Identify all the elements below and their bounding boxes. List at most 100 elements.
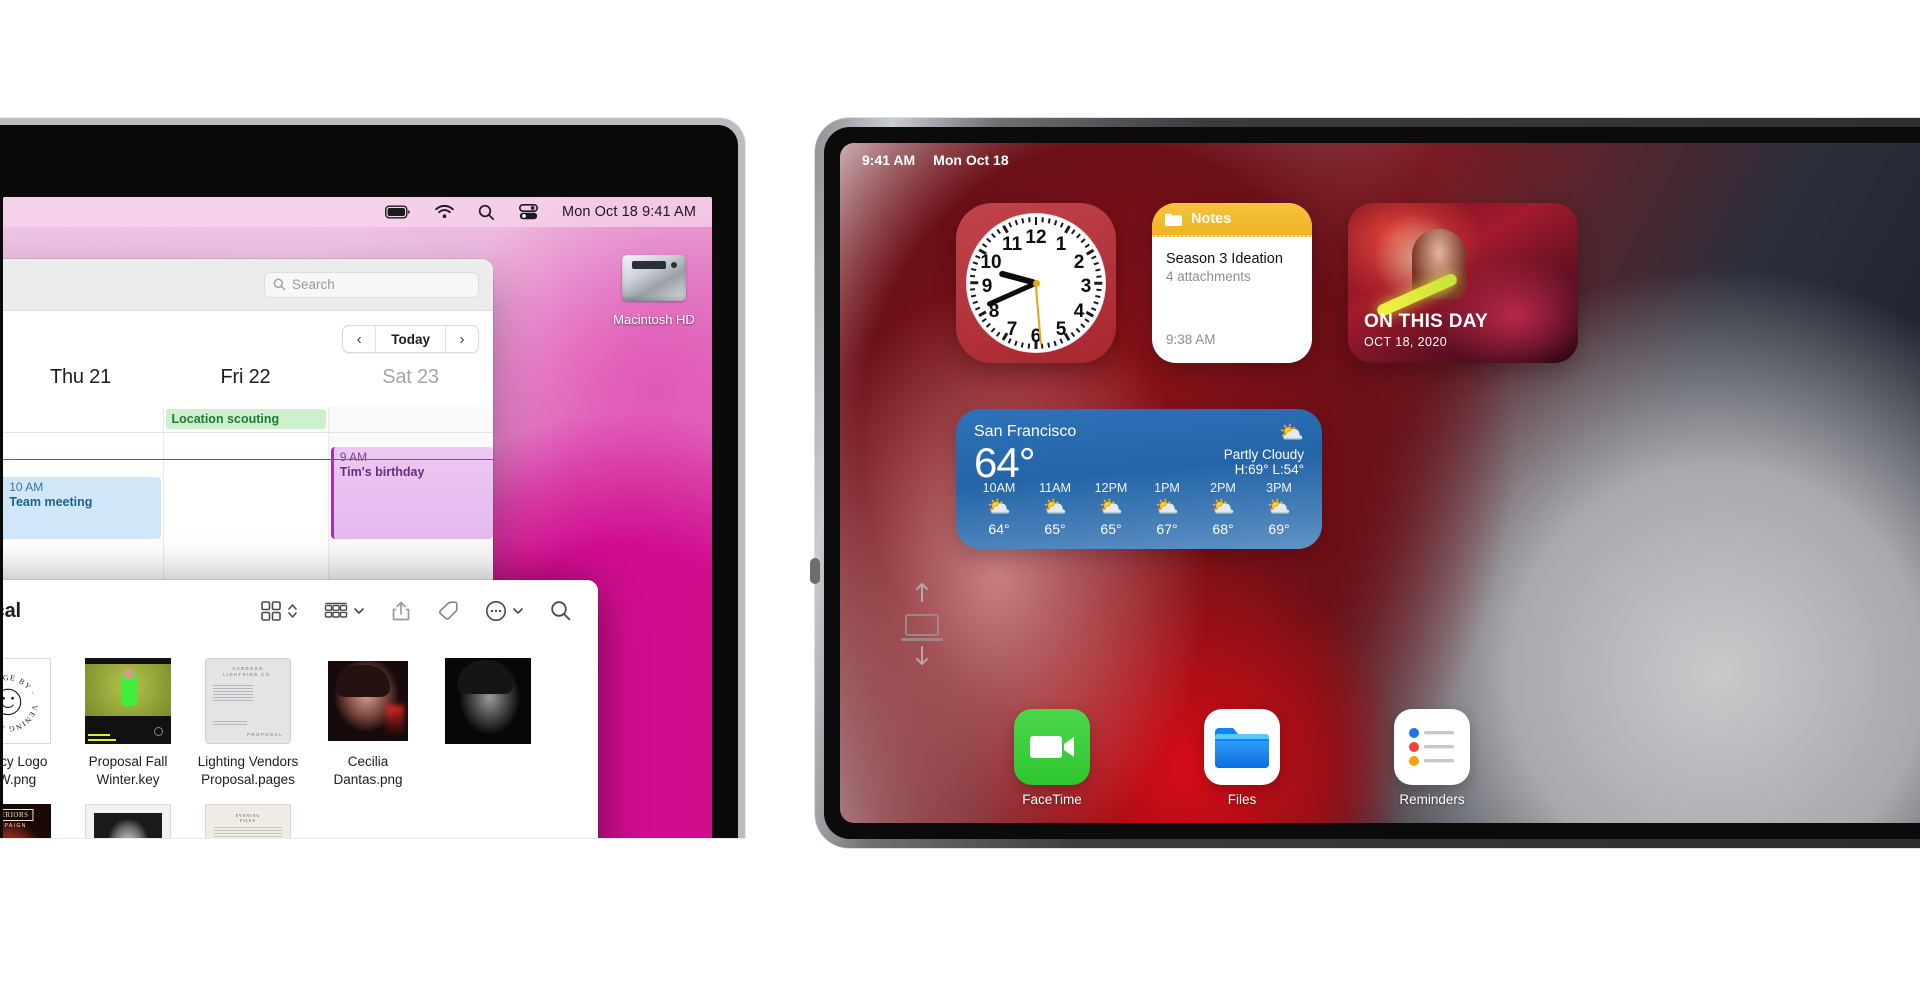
file-thumbnail: EVENING FILES AMYFROST 06.07.2021	[205, 804, 291, 838]
arrow-down-icon	[916, 645, 928, 665]
app-label: Files	[1227, 792, 1257, 807]
finder-item[interactable]: · IMAGE BY · EVENING AGENCY Agency Logo …	[3, 652, 68, 798]
app-label: Reminders	[1399, 792, 1465, 807]
forecast-hour-temp: 67°	[1156, 521, 1178, 537]
calendar-window: Month Year Search ‹ Today ›	[3, 259, 493, 589]
facetime-icon	[1014, 709, 1090, 785]
prev-button[interactable]: ‹	[343, 326, 375, 352]
more-actions-button[interactable]	[485, 600, 524, 622]
note-subtitle: 4 attachments	[1166, 269, 1251, 284]
calendar-column[interactable]: 9 AM Tim's birthday	[328, 407, 493, 589]
finder-item[interactable]: Cecilia Dantas.png	[308, 652, 428, 798]
menubar-clock[interactable]: Mon Oct 18 9:41 AM	[562, 204, 696, 220]
calendar-event[interactable]: 9 AM Tim's birthday	[330, 447, 493, 539]
forecast-hour-label: 11AM	[1039, 481, 1071, 496]
macos-menu-bar: Mon Oct 18 9:41 AM	[3, 197, 712, 227]
finder-item[interactable]: CARDOSO LIGHTNING CO. PROPOSAL Lighting V…	[188, 652, 308, 798]
file-thumbnail: CARDOSO LIGHTNING CO. PROPOSAL	[205, 658, 291, 744]
search-icon[interactable]	[478, 204, 495, 221]
file-thumbnail	[85, 658, 171, 744]
calendar-body: ‹ Today › Wed 20 Thu 21 Fri 22 Sat 23	[3, 311, 493, 589]
finder-search-button[interactable]	[550, 600, 572, 622]
calendar-column[interactable]: Location scouting	[163, 407, 329, 589]
weather-widget[interactable]: San Francisco 64° ⛅ Partly Cloudy H:69° …	[956, 409, 1322, 549]
day-header[interactable]: Fri 22	[163, 366, 328, 402]
photo-caption-date: OCT 18, 2020	[1364, 335, 1448, 349]
calendar-search-placeholder: Search	[292, 277, 335, 292]
forecast-hour-label: 3PM	[1266, 481, 1292, 496]
chevron-down-icon	[513, 608, 523, 614]
view-options-button[interactable]	[260, 600, 298, 622]
calendar-toolbar: Month Year Search	[3, 259, 493, 311]
home-screen-app-row: FaceTime Files Reminders	[1010, 709, 1474, 807]
clock-widget[interactable]: 12 1 2 3 4 5 6 7 8 9 10 11	[956, 203, 1116, 363]
forecast-hour: 10AM ⛅ 64°	[974, 481, 1024, 537]
share-icon	[392, 601, 410, 621]
forecast-hour: 12PM ⛅ 65°	[1086, 481, 1136, 537]
finder-item-label: Agency Logo B&W.png	[3, 754, 48, 787]
folder-icon	[1165, 213, 1182, 226]
finder-item[interactable]: EVENING FILES AMYFROST 06.07.2021	[188, 798, 308, 838]
macbook-screen: Mon Oct 18 9:41 AM Macintosh HD Month Ye…	[3, 197, 712, 838]
finder-item[interactable]	[428, 652, 548, 798]
battery-icon[interactable]	[385, 205, 411, 219]
calendar-nav-control[interactable]: ‹ Today ›	[342, 325, 479, 353]
notes-widget[interactable]: Notes Season 3 Ideation 4 attachments 9:…	[1152, 203, 1312, 363]
notes-widget-body: Season 3 Ideation 4 attachments	[1152, 237, 1312, 284]
forecast-hour: 3PM ⛅ 69°	[1254, 481, 1304, 537]
chevron-down-icon	[354, 608, 364, 614]
finder-toolbar: Documents — Local	[3, 580, 598, 642]
app-label: FaceTime	[1022, 792, 1082, 807]
ipad-bezel: 9:41 AM Mon Oct 18 12 1 2 3 4 5 6 7 8 9 …	[824, 127, 1920, 839]
forecast-hour-temp: 64°	[988, 521, 1010, 537]
forecast-hour-label: 12PM	[1094, 481, 1128, 496]
day-header[interactable]: Thu 21	[3, 366, 163, 402]
clock-number: 2	[1073, 252, 1085, 273]
weather-hourly-forecast: 10AM ⛅ 64° 11AM ⛅ 65° 12PM ⛅ 65° 1PM ⛅ 6…	[974, 481, 1304, 537]
group-view-icon	[324, 602, 348, 618]
share-button[interactable]	[391, 600, 411, 622]
partly-cloudy-icon: ⛅	[1155, 497, 1179, 519]
files-icon	[1204, 709, 1280, 785]
calendar-column[interactable]: 10 AM Team meeting	[3, 407, 164, 589]
macbook-bezel: Mon Oct 18 9:41 AM Macintosh HD Month Ye…	[0, 125, 738, 838]
finder-item-label: Lighting Vendors Proposal.pages	[197, 754, 299, 787]
file-thumbnail	[85, 804, 171, 838]
calendar-event[interactable]: Location scouting	[165, 409, 326, 429]
ipad-volume-button[interactable]	[810, 558, 820, 584]
calendar-event[interactable]: 10 AM Team meeting	[3, 477, 161, 539]
tag-button[interactable]	[437, 600, 459, 622]
photos-on-this-day-widget[interactable]: ON THIS DAY OCT 18, 2020	[1348, 203, 1578, 363]
forecast-hour-temp: 69°	[1268, 521, 1290, 537]
app-facetime[interactable]: FaceTime	[1010, 709, 1094, 807]
group-by-button[interactable]	[324, 601, 365, 621]
finder-item[interactable]: INTERIORS CAMPAIGN	[3, 798, 68, 838]
grid-view-icon	[261, 601, 281, 621]
finder-item[interactable]	[68, 798, 188, 838]
note-timestamp: 9:38 AM	[1166, 332, 1216, 347]
desktop-icon-macintosh-hd[interactable]: Macintosh HD	[599, 249, 709, 327]
tag-icon	[439, 601, 458, 620]
app-reminders[interactable]: Reminders	[1390, 709, 1474, 807]
ipad-screen: 9:41 AM Mon Oct 18 12 1 2 3 4 5 6 7 8 9 …	[840, 143, 1920, 823]
screenshot-root: Mon Oct 18 9:41 AM Macintosh HD Month Ye…	[0, 0, 1920, 1008]
wifi-icon[interactable]	[435, 205, 454, 219]
today-button[interactable]: Today	[375, 326, 446, 352]
ipad-device: 9:41 AM Mon Oct 18 12 1 2 3 4 5 6 7 8 9 …	[810, 118, 1920, 848]
clock-number: 3	[1080, 276, 1092, 297]
clock-number: 10	[980, 252, 1002, 273]
forecast-hour: 1PM ⛅ 67°	[1142, 481, 1192, 537]
svg-text:EVENING AGENCY: EVENING AGENCY	[3, 662, 39, 734]
clock-hub	[1032, 279, 1040, 287]
next-button[interactable]: ›	[446, 326, 478, 352]
file-thumbnail	[445, 658, 531, 744]
control-center-icon[interactable]	[519, 204, 539, 220]
app-files[interactable]: Files	[1200, 709, 1284, 807]
finder-window-title: Documents — Local	[3, 599, 21, 622]
calendar-search-field[interactable]: Search	[264, 271, 479, 298]
finder-item[interactable]: Proposal Fall Winter.key	[68, 652, 188, 798]
photo-caption-title: ON THIS DAY	[1364, 311, 1489, 332]
day-header[interactable]: Sat 23	[328, 366, 493, 402]
macbook-device: Mon Oct 18 9:41 AM Macintosh HD Month Ye…	[0, 118, 745, 838]
forecast-hour-temp: 65°	[1100, 521, 1122, 537]
